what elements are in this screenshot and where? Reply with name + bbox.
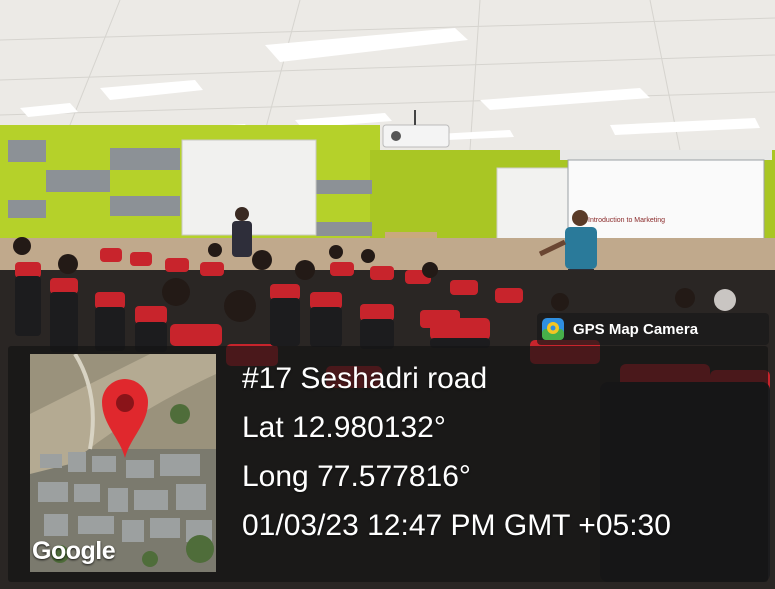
satellite-map-thumbnail: Google: [30, 354, 216, 572]
location-info: #17 Seshadri road Lat 12.980132° Long 77…: [242, 346, 671, 550]
gps-map-camera-app-icon: [542, 318, 564, 340]
address-text: #17 Seshadri road: [242, 362, 488, 395]
gps-map-camera-label: GPS Map Camera: [573, 320, 699, 338]
gps-map-camera-badge: GPS Map Camera: [537, 313, 769, 345]
latitude-text: Lat 12.980132°: [242, 411, 446, 444]
datetime-text: 01/03/23 12:47 PM GMT +05:30: [242, 509, 671, 542]
longitude-text: Long 77.577816°: [242, 460, 471, 493]
slide-title: Introduction to Marketing: [588, 217, 665, 224]
geotagged-classroom-photo: Introduction to Marketing GPS Map Camera…: [0, 0, 775, 589]
google-logo: Google: [32, 537, 116, 565]
geotag-overlay: Google #17 Seshadri road Lat 12.980132° …: [8, 346, 768, 582]
map-pin-icon: [102, 379, 148, 458]
